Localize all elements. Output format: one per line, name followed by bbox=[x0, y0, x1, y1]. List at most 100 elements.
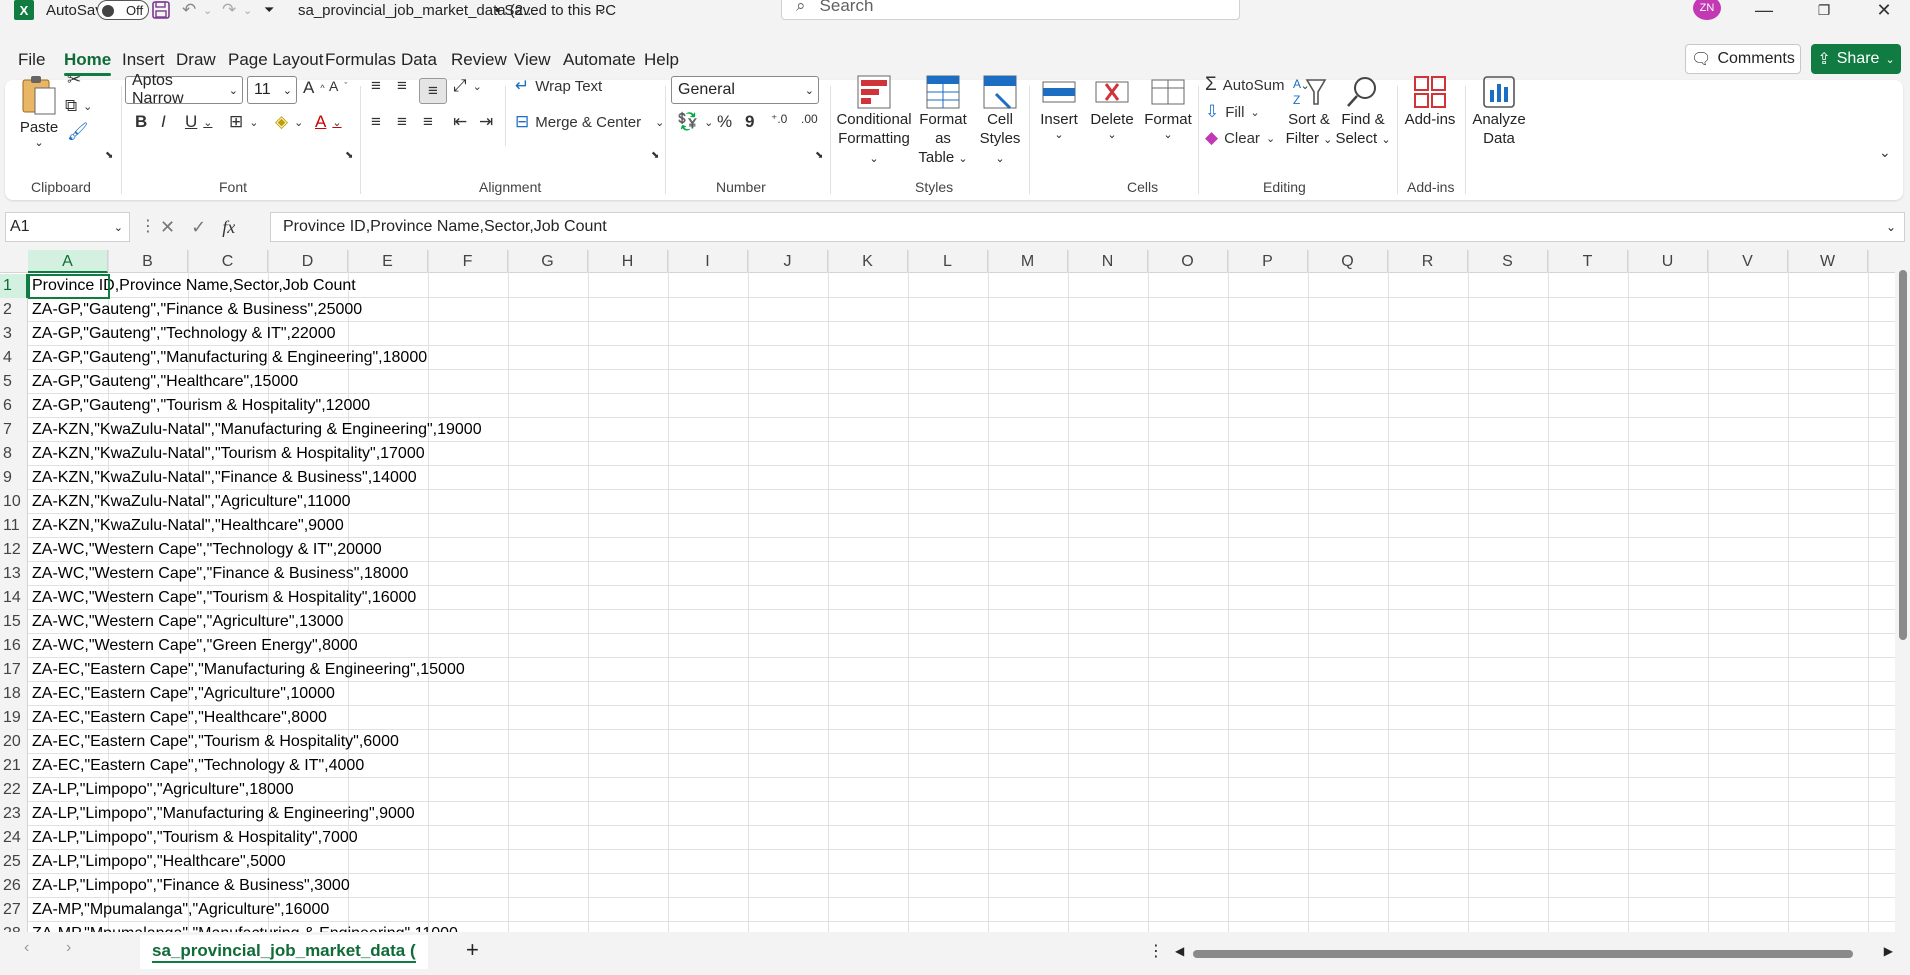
undo-dropdown-icon[interactable]: ⌄ bbox=[203, 0, 212, 20]
row-header[interactable]: 9 bbox=[0, 466, 28, 490]
enter-icon[interactable]: ✓ bbox=[191, 217, 206, 238]
row-header[interactable]: 20 bbox=[0, 730, 28, 754]
undo-icon[interactable]: ↶ bbox=[182, 0, 196, 20]
customize-qat-icon[interactable]: ⏷ bbox=[264, 0, 274, 20]
row-header[interactable]: 5 bbox=[0, 370, 28, 394]
cell-a[interactable]: ZA-KZN,"KwaZulu-Natal","Finance & Busine… bbox=[32, 466, 417, 490]
cell-a[interactable]: ZA-MP,"Mpumalanga","Agriculture",16000 bbox=[32, 898, 329, 922]
close-icon[interactable]: ✕ bbox=[1861, 0, 1907, 20]
font-name-select[interactable]: Aptos Narrow ⌄ bbox=[125, 72, 243, 107]
increase-indent-icon[interactable]: ⇥ bbox=[479, 112, 493, 132]
more-options-icon[interactable]: ⋮ bbox=[1148, 941, 1164, 961]
bold-icon[interactable]: B bbox=[135, 112, 147, 132]
horizontal-scrollbar[interactable]: ◀ ▶ bbox=[1175, 944, 1893, 961]
vertical-scrollbar[interactable] bbox=[1895, 250, 1910, 932]
column-header[interactable]: A bbox=[28, 250, 108, 273]
format-painter-icon[interactable]: 🖌 bbox=[67, 122, 89, 142]
row-header[interactable]: 14 bbox=[0, 586, 28, 610]
cell-a[interactable]: ZA-WC,"Western Cape","Green Energy",8000 bbox=[32, 634, 358, 658]
analyze-data-button[interactable]: Analyze Data bbox=[1467, 74, 1531, 148]
cell-a[interactable]: ZA-LP,"Limpopo","Agriculture",18000 bbox=[32, 778, 294, 802]
search-input[interactable]: ⌕ Search bbox=[781, 0, 1240, 20]
row-header[interactable]: 10 bbox=[0, 490, 28, 514]
row-header[interactable]: 21 bbox=[0, 754, 28, 778]
underline-icon[interactable]: U ⌄ bbox=[185, 112, 213, 132]
worksheet-grid[interactable]: ABCDEFGHIJKLMNOPQRSTUVW 1 Province ID,Pro… bbox=[0, 250, 1910, 932]
dialog-launcher-icon[interactable]: ⬊ bbox=[105, 150, 113, 161]
column-header[interactable]: N bbox=[1068, 250, 1148, 273]
sort-filter-button[interactable]: AZ Sort & Filter ⌄ bbox=[1285, 74, 1333, 150]
previous-sheet-icon[interactable]: ‹ bbox=[24, 939, 29, 957]
tab-page-layout[interactable]: Page Layout bbox=[228, 40, 323, 80]
increase-decimal-icon[interactable]: ⁺.0 bbox=[771, 112, 787, 126]
column-header[interactable]: K bbox=[828, 250, 908, 273]
column-header[interactable]: I bbox=[668, 250, 748, 273]
row-header[interactable]: 17 bbox=[0, 658, 28, 682]
cell-a[interactable]: ZA-LP,"Limpopo","Manufacturing & Enginee… bbox=[32, 802, 415, 826]
cell-a[interactable]: ZA-KZN,"KwaZulu-Natal","Tourism & Hospit… bbox=[32, 442, 425, 466]
copy-icon[interactable]: ⧉ ⌄ bbox=[65, 96, 92, 116]
font-size-select[interactable]: 11 ⌄ bbox=[247, 76, 297, 104]
insert-function-icon[interactable]: fx bbox=[222, 217, 235, 238]
row-header[interactable]: 16 bbox=[0, 634, 28, 658]
row-header[interactable]: 7 bbox=[0, 418, 28, 442]
conditional-formatting-button[interactable]: Conditional Formatting ⌄ bbox=[835, 74, 913, 169]
cell-a[interactable]: ZA-GP,"Gauteng","Manufacturing & Enginee… bbox=[32, 346, 427, 370]
row-header[interactable]: 15 bbox=[0, 610, 28, 634]
align-right-icon[interactable]: ≡ bbox=[423, 112, 433, 132]
column-header[interactable]: B bbox=[108, 250, 188, 273]
align-center-icon[interactable]: ≡ bbox=[397, 112, 407, 132]
borders-icon[interactable]: ⊞ ⌄ bbox=[229, 112, 258, 132]
redo-icon[interactable]: ↷ bbox=[222, 0, 236, 20]
clear-button[interactable]: ◆ Clear ⌄ bbox=[1205, 128, 1275, 148]
tab-formulas[interactable]: Formulas bbox=[325, 40, 396, 80]
percent-icon[interactable]: % bbox=[717, 112, 732, 132]
tab-automate[interactable]: Automate bbox=[563, 40, 636, 80]
column-header[interactable]: V bbox=[1708, 250, 1788, 273]
cell-a[interactable]: ZA-WC,"Western Cape","Tourism & Hospital… bbox=[32, 586, 416, 610]
column-header[interactable]: Q bbox=[1308, 250, 1388, 273]
next-sheet-icon[interactable]: › bbox=[66, 939, 71, 957]
cell-a[interactable]: ZA-WC,"Western Cape","Technology & IT",2… bbox=[32, 538, 382, 562]
comma-style-icon[interactable]: 9 bbox=[745, 112, 754, 132]
tab-review[interactable]: Review bbox=[451, 40, 507, 80]
align-left-icon[interactable]: ≡ bbox=[371, 112, 381, 132]
cancel-icon[interactable]: ✕ bbox=[160, 217, 175, 238]
font-color-icon[interactable]: A ⌄ bbox=[315, 112, 342, 132]
column-header[interactable]: D bbox=[268, 250, 348, 273]
number-format-select[interactable]: General ⌄ bbox=[671, 76, 819, 104]
cell-a[interactable]: ZA-GP,"Gauteng","Technology & IT",22000 bbox=[32, 322, 335, 346]
fill-color-icon[interactable]: ◈ ⌄ bbox=[275, 112, 303, 132]
cell-a[interactable]: ZA-LP,"Limpopo","Healthcare",5000 bbox=[32, 850, 286, 874]
row-header[interactable]: 2 bbox=[0, 298, 28, 322]
row-header[interactable]: 23 bbox=[0, 802, 28, 826]
cell-a[interactable]: ZA-GP,"Gauteng","Healthcare",15000 bbox=[32, 370, 298, 394]
column-header[interactable]: M bbox=[988, 250, 1068, 273]
row-header[interactable]: 6 bbox=[0, 394, 28, 418]
format-cells-button[interactable]: Format ⌄ bbox=[1141, 74, 1195, 141]
cell-a[interactable]: ZA-LP,"Limpopo","Finance & Business",300… bbox=[32, 874, 350, 898]
column-header[interactable]: P bbox=[1228, 250, 1308, 273]
cut-icon[interactable]: ✂ bbox=[67, 70, 81, 90]
column-header[interactable]: E bbox=[348, 250, 428, 273]
scroll-left-icon[interactable]: ◀ bbox=[1175, 944, 1184, 958]
column-header[interactable]: U bbox=[1628, 250, 1708, 273]
column-header[interactable]: S bbox=[1468, 250, 1548, 273]
expand-formula-bar-icon[interactable]: ⌄ bbox=[1886, 220, 1896, 234]
decrease-decimal-icon[interactable]: .00 bbox=[801, 112, 818, 126]
column-header[interactable]: R bbox=[1388, 250, 1468, 273]
cell-a[interactable]: ZA-EC,"Eastern Cape","Manufacturing & En… bbox=[32, 658, 465, 682]
align-middle-icon[interactable]: ≡ bbox=[397, 76, 407, 96]
share-button[interactable]: ⇪ Share ⌄ bbox=[1811, 44, 1901, 74]
row-header[interactable]: 19 bbox=[0, 706, 28, 730]
italic-icon[interactable]: I bbox=[161, 112, 166, 132]
sheet-tab-active[interactable]: sa_provincial_job_market_data ( bbox=[140, 935, 428, 969]
align-bottom-icon[interactable]: ≡ bbox=[419, 78, 447, 104]
column-header[interactable]: T bbox=[1548, 250, 1628, 273]
restore-icon[interactable]: ❐ bbox=[1801, 0, 1847, 20]
row-header[interactable]: 4 bbox=[0, 346, 28, 370]
row-header[interactable]: 13 bbox=[0, 562, 28, 586]
row-header[interactable]: 12 bbox=[0, 538, 28, 562]
row-header[interactable]: 24 bbox=[0, 826, 28, 850]
column-header[interactable]: O bbox=[1148, 250, 1228, 273]
